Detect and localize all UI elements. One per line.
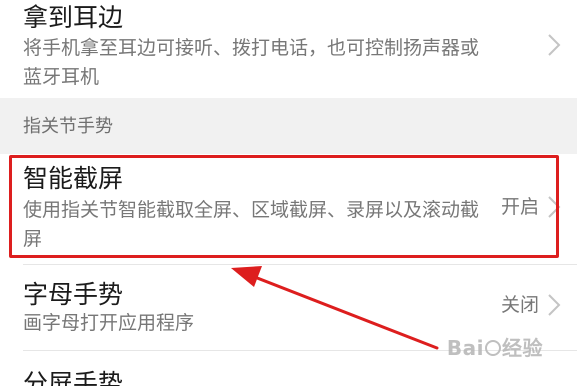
section-title: 指关节手势 bbox=[23, 116, 113, 137]
paw-logo-icon bbox=[485, 340, 501, 356]
row-description: 将手机拿至耳边可接听、拨打电话，也可控制扬声器或蓝牙耳机 bbox=[23, 37, 480, 88]
row-description: 使用指关节智能截取全屏、区域截屏、录屏以及滚动截屏 bbox=[23, 199, 480, 250]
settings-row-raise-to-ear[interactable]: 拿到耳边 将手机拿至耳边可接听、拨打电话，也可控制扬声器或蓝牙耳机 bbox=[0, 0, 577, 98]
row-status-value: 关闭 bbox=[500, 294, 539, 316]
row-status-value: 开启 bbox=[500, 196, 539, 218]
row-title: 分屏手势 bbox=[23, 369, 124, 386]
watermark-prefix: Bai bbox=[446, 336, 484, 360]
row-description: 画字母打开应用程序 bbox=[23, 312, 195, 334]
baidu-watermark: Bai 经验 bbox=[447, 336, 543, 360]
settings-screen: 拿到耳边 将手机拿至耳边可接听、拨打电话，也可控制扬声器或蓝牙耳机 指关节手势 … bbox=[0, 0, 577, 386]
row-title: 拿到耳边 bbox=[23, 3, 124, 32]
chevron-right-icon bbox=[548, 196, 561, 218]
watermark-suffix: 经验 bbox=[502, 336, 543, 360]
settings-row-smart-screenshot[interactable]: 智能截屏 使用指关节智能截取全屏、区域截屏、录屏以及滚动截屏 开启 bbox=[0, 154, 577, 264]
row-title: 智能截屏 bbox=[23, 164, 124, 193]
chevron-right-icon bbox=[548, 294, 561, 316]
chevron-right-icon bbox=[548, 34, 561, 56]
section-header-knuckle-gestures: 指关节手势 bbox=[0, 98, 577, 154]
row-title: 字母手势 bbox=[23, 280, 124, 309]
